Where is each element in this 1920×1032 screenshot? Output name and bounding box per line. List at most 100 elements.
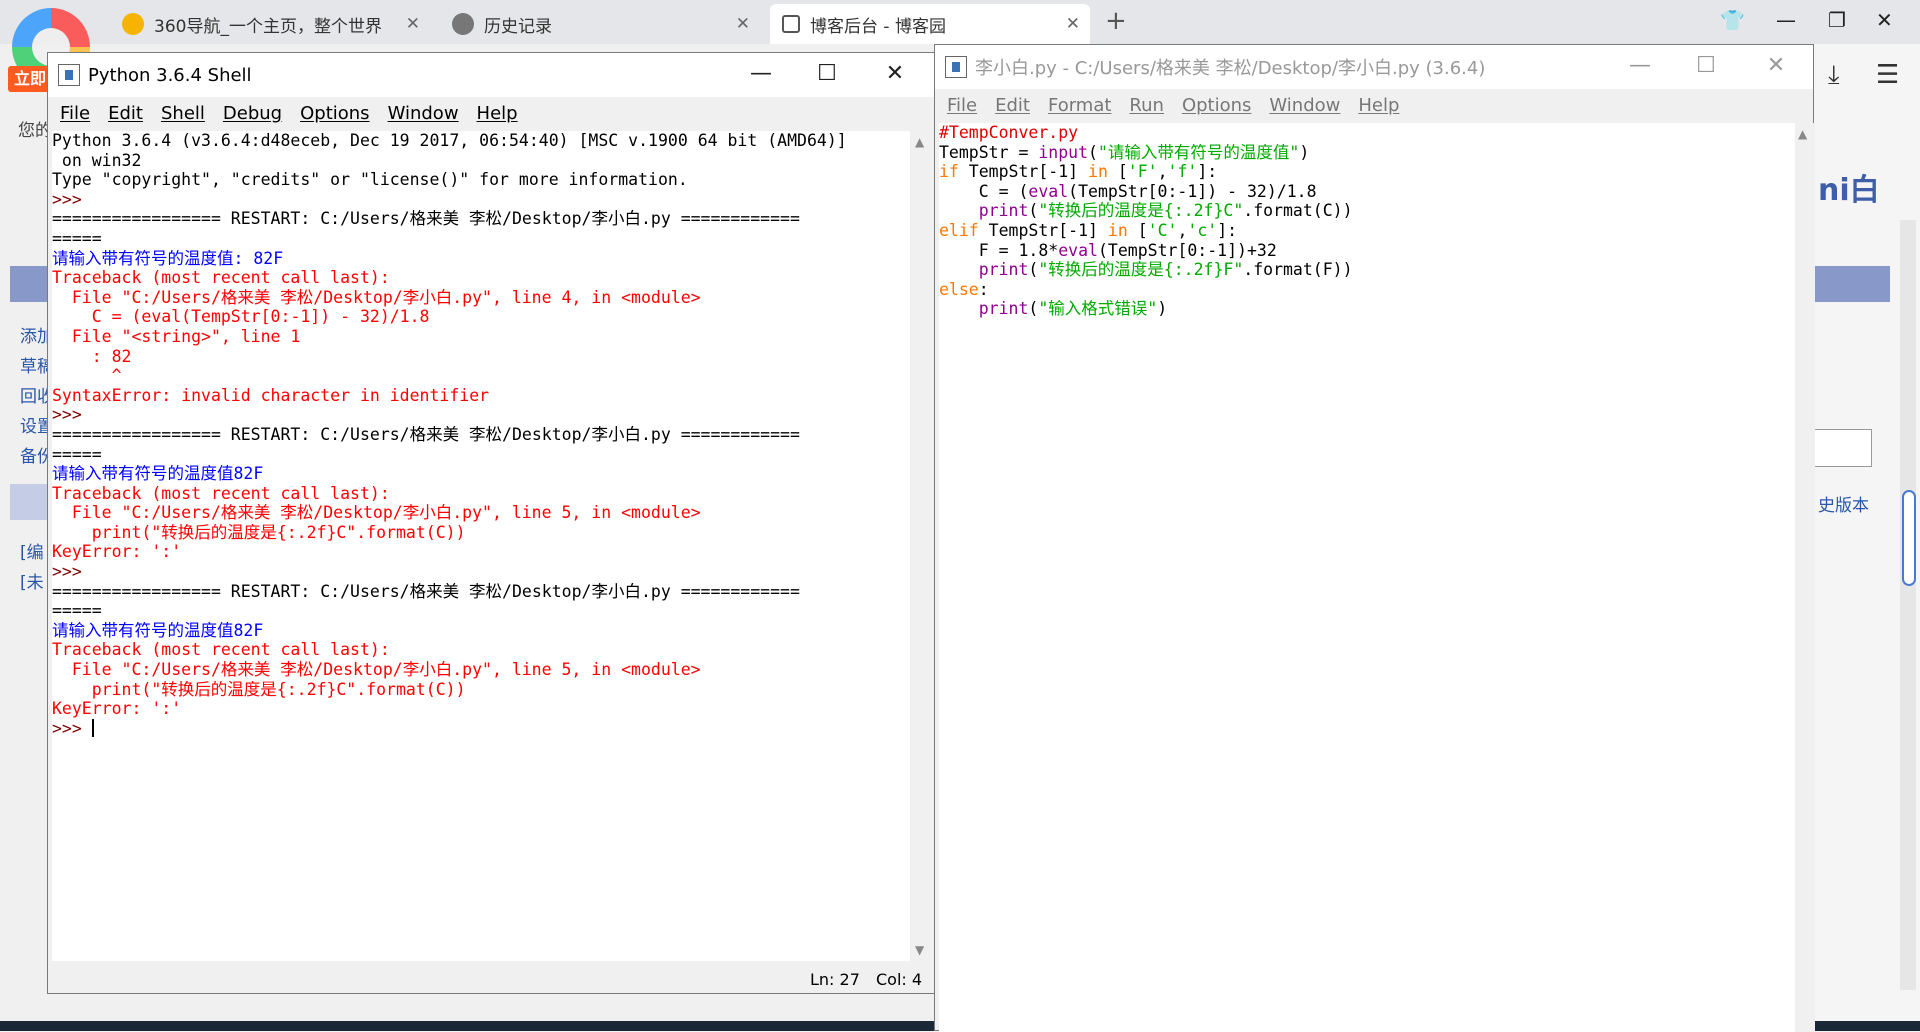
page-scrollbar-thumb[interactable] xyxy=(1902,490,1916,586)
python-file-icon xyxy=(945,56,967,78)
shell-line: Python 3.6.4 (v3.6.4:d48eceb, Dec 19 201… xyxy=(52,131,847,150)
menu-debug[interactable]: Debug xyxy=(223,103,282,124)
cnblogs-icon xyxy=(782,15,800,33)
shell-menubar: File Edit Shell Debug Options Window Help xyxy=(48,97,934,129)
scroll-up-icon[interactable]: ▲ xyxy=(915,135,924,149)
shell-statusbar: Ln: 27 Col: 4 xyxy=(48,967,934,991)
code-line: elif TempStr[-1] in ['C','c']: xyxy=(939,220,1238,240)
menu-shell[interactable]: Shell xyxy=(161,103,205,124)
close-icon[interactable]: ✕ xyxy=(406,14,420,34)
menu-options[interactable]: Options xyxy=(1182,95,1251,116)
menu-options[interactable]: Options xyxy=(300,103,369,124)
editor-window: 李小白.py - C:/Users/格来美 李松/Desktop/李小白.py … xyxy=(934,44,1815,1032)
code-line: print("输入格式错误") xyxy=(978,299,1168,319)
menu-help[interactable]: Help xyxy=(477,103,518,124)
close-icon[interactable]: ✕ xyxy=(736,14,750,34)
page-header-band xyxy=(10,266,50,302)
code-line: TempStr = input("请输入带有符号的温度值") xyxy=(939,142,1310,162)
minimize-button[interactable]: — xyxy=(1625,53,1655,78)
editor-scrollbar[interactable]: ▲ xyxy=(1795,123,1815,1032)
code-line: #TempConver.py xyxy=(939,123,1079,142)
shell-line: File "C:/Users/格来美 李松/Desktop/李小白.py", l… xyxy=(52,503,701,523)
shell-line: ================= RESTART: C:/Users/格来美 … xyxy=(52,209,800,229)
shell-line: SyntaxError: invalid character in identi… xyxy=(52,385,490,405)
shell-line: ===== xyxy=(52,444,102,464)
close-button[interactable]: ✕ xyxy=(880,61,910,86)
line-number: Ln: 27 xyxy=(810,970,860,989)
tab-label: 博客后台 - 博客园 xyxy=(810,16,946,37)
download-icon[interactable]: ⤓ xyxy=(1828,60,1840,91)
shell-line: >>> xyxy=(52,189,92,209)
column-number: Col: 4 xyxy=(876,970,923,989)
python-file-icon xyxy=(58,64,80,86)
shell-line: Traceback (most recent call last): xyxy=(52,268,390,288)
editor-titlebar[interactable]: 李小白.py - C:/Users/格来美 李松/Desktop/李小白.py … xyxy=(935,45,1813,89)
shell-line: Traceback (most recent call last): xyxy=(52,483,390,503)
shell-line: >>> xyxy=(52,405,92,425)
menu-file[interactable]: File xyxy=(60,103,90,124)
close-button[interactable]: ✕ xyxy=(1876,8,1893,32)
close-button[interactable]: ✕ xyxy=(1761,53,1791,78)
history-clock-icon xyxy=(452,13,474,35)
page-input-box[interactable] xyxy=(1812,429,1872,467)
shell-line: ================= RESTART: C:/Users/格来美 … xyxy=(52,581,800,601)
tab-360-nav[interactable]: 360导航_一个主页，整个世界 ✕ xyxy=(110,4,430,44)
menu-edit[interactable]: Edit xyxy=(995,95,1030,116)
shell-line: ===== xyxy=(52,601,102,621)
python-shell-window: Python 3.6.4 Shell — ☐ ✕ File Edit Shell De… xyxy=(47,52,935,994)
minimize-button[interactable]: — xyxy=(746,61,776,86)
shell-scrollbar[interactable]: ▲ ▼ xyxy=(912,131,934,961)
close-icon[interactable]: ✕ xyxy=(1066,14,1080,34)
sidebar-link-unpublished[interactable]: [未 xyxy=(20,568,44,593)
shell-line: File "C:/Users/格来美 李松/Desktop/李小白.py", l… xyxy=(52,287,701,307)
menu-run[interactable]: Run xyxy=(1129,95,1164,116)
tab-label: 历史记录 xyxy=(484,16,552,37)
code-line: else: xyxy=(939,279,989,299)
shell-line: >>> xyxy=(52,562,92,582)
skin-shirt-icon[interactable]: 👕 xyxy=(1720,8,1745,32)
minimize-button[interactable]: — xyxy=(1776,8,1796,32)
maximize-button[interactable]: ☐ xyxy=(1691,53,1721,78)
shell-line: ================= RESTART: C:/Users/格来美 … xyxy=(52,424,800,444)
menu-format[interactable]: Format xyxy=(1048,95,1111,116)
code-line: print("转换后的温度是{:.2f}F".format(F)) xyxy=(978,260,1353,280)
code-editor[interactable]: #TempConver.py TempStr = input("请输入带有符号的温… xyxy=(939,123,1797,1032)
menu-icon[interactable]: ☰ xyxy=(1876,60,1899,90)
shell-line: on win32 xyxy=(52,150,142,170)
code-line: C = (eval(TempStr[0:-1]) - 32)/1.8 xyxy=(939,181,1317,201)
shell-line: KeyError: ':' xyxy=(52,542,182,562)
tab-label: 360导航_一个主页，整个世界 xyxy=(154,16,382,37)
page-scrollbar[interactable] xyxy=(1900,220,1916,990)
scroll-up-icon[interactable]: ▲ xyxy=(1798,127,1807,141)
shell-titlebar[interactable]: Python 3.6.4 Shell — ☐ ✕ xyxy=(48,53,934,97)
shell-line: File "C:/Users/格来美 李松/Desktop/李小白.py", l… xyxy=(52,660,701,680)
shell-line: print("转换后的温度是{:.2f}C".format(C)) xyxy=(52,522,466,542)
scroll-down-icon[interactable]: ▼ xyxy=(915,943,924,957)
shell-line: ^ xyxy=(52,366,122,386)
menu-window[interactable]: Window xyxy=(1269,95,1340,116)
menu-window[interactable]: Window xyxy=(388,103,459,124)
tab-cnblogs[interactable]: 博客后台 - 博客园 ✕ xyxy=(770,4,1090,44)
new-tab-button[interactable]: + xyxy=(1105,6,1127,36)
shell-line: print("转换后的温度是{:.2f}C".format(C)) xyxy=(52,679,466,699)
tab-history[interactable]: 历史记录 ✕ xyxy=(440,4,760,44)
shell-output[interactable]: Python 3.6.4 (v3.6.4:d48eceb, Dec 19 201… xyxy=(52,131,910,961)
menu-help[interactable]: Help xyxy=(1358,95,1399,116)
editor-menubar: File Edit Format Run Options Window Help xyxy=(935,89,1813,121)
shell-line: File "<string>", line 1 xyxy=(52,326,301,346)
sidebar-link-edit[interactable]: [编 xyxy=(20,538,44,563)
menu-file[interactable]: File xyxy=(947,95,977,116)
promo-badge[interactable]: 立即 xyxy=(8,66,52,92)
history-version-link[interactable]: 史版本 xyxy=(1818,491,1869,516)
menu-edit[interactable]: Edit xyxy=(108,103,143,124)
window-title: 李小白.py - C:/Users/格来美 李松/Desktop/李小白.py … xyxy=(975,58,1486,79)
section-band xyxy=(10,484,50,520)
360-nav-icon xyxy=(122,13,144,35)
shell-line: C = (eval(TempStr[0:-1]) - 32)/1.8 xyxy=(52,307,430,327)
shell-line: ===== xyxy=(52,228,102,248)
maximize-button[interactable]: ☐ xyxy=(812,61,842,86)
shell-line: : 82 xyxy=(52,346,132,366)
shell-line: 请输入带有符号的温度值82F xyxy=(52,464,264,484)
restore-button[interactable]: ❐ xyxy=(1828,8,1846,32)
page-header-band-right xyxy=(1812,266,1890,302)
